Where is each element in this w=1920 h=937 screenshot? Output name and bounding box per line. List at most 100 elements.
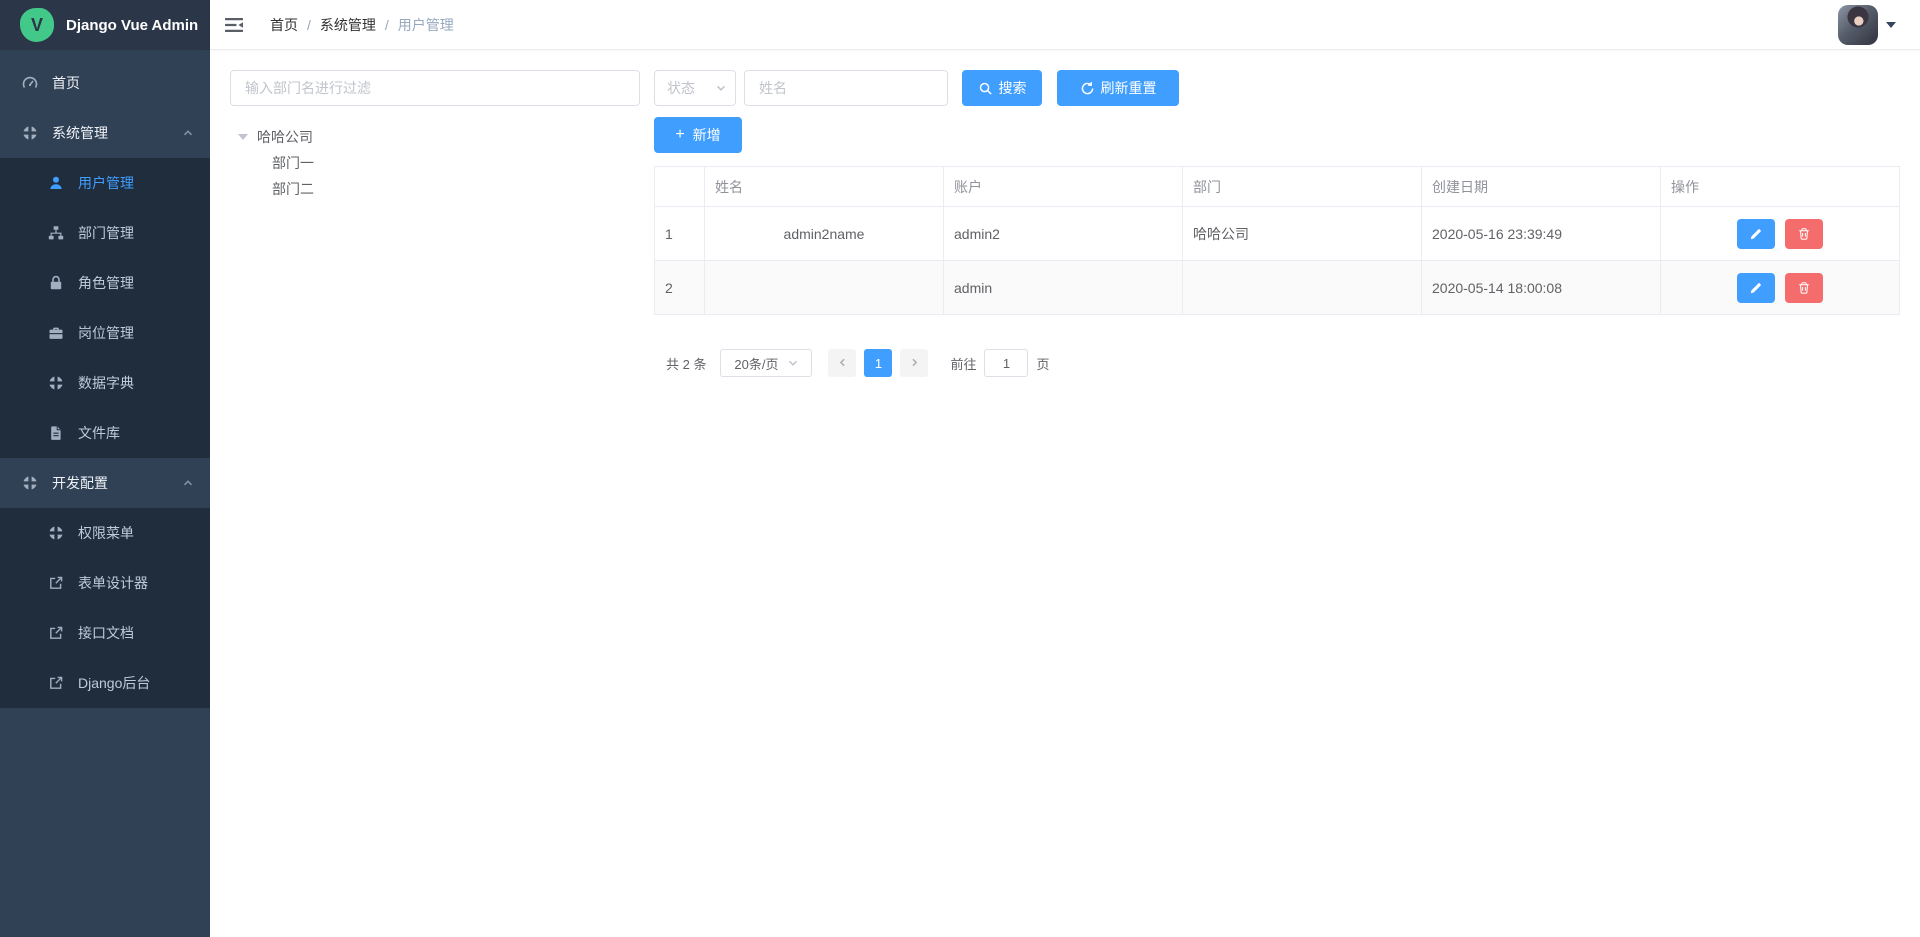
sidebar-item-label: 角色管理 (78, 273, 134, 293)
sidebar-collapse-icon[interactable] (224, 15, 244, 35)
refresh-reset-button[interactable]: 刷新重置 (1057, 70, 1179, 106)
user-menu (1838, 5, 1896, 45)
column-index (655, 167, 705, 207)
dept-filter-input[interactable] (230, 70, 640, 106)
sidebar-item-home[interactable]: 首页 (0, 58, 210, 108)
sidebar-submenu-system: 用户管理 部门管理 角色管理 岗位管理 数据字典 (0, 158, 210, 458)
caret-down-icon[interactable] (238, 134, 248, 140)
sidebar-menu: 首页 系统管理 用户管理 部门管理 角色管理 (0, 50, 210, 937)
sidebar-item-django-admin[interactable]: Django后台 (0, 658, 210, 708)
page-unit-label: 页 (1036, 354, 1049, 373)
component-icon (48, 525, 64, 541)
dept-tree: 哈哈公司 部门一 部门二 (230, 124, 640, 202)
sidebar-item-dictionary[interactable]: 数据字典 (0, 358, 210, 408)
component-icon (22, 125, 38, 141)
cell-index: 2 (655, 261, 705, 315)
users-table: 姓名 账户 部门 创建日期 操作 1 admin2name admin2 哈哈公 (654, 166, 1900, 315)
dept-tree-panel: 哈哈公司 部门一 部门二 (230, 70, 640, 937)
sidebar-item-label: 文件库 (78, 423, 120, 443)
name-input[interactable] (744, 70, 948, 106)
logo-letter: V (31, 15, 43, 36)
sidebar-group-label: 系统管理 (52, 123, 168, 143)
table-header-row: 姓名 账户 部门 创建日期 操作 (655, 167, 1900, 207)
tree-node-root[interactable]: 哈哈公司 (230, 124, 640, 150)
goto-label: 前往 (950, 354, 976, 373)
app-logo[interactable]: V Django Vue Admin (0, 0, 210, 50)
refresh-icon (1080, 81, 1095, 96)
column-actions: 操作 (1661, 167, 1900, 207)
next-page-button[interactable] (900, 349, 928, 377)
user-list-panel: 状态 搜索 刷新重置 + 新增 (654, 70, 1900, 937)
cell-name: admin2name (705, 207, 944, 261)
cell-index: 1 (655, 207, 705, 261)
sidebar-item-api-docs[interactable]: 接口文档 (0, 608, 210, 658)
sidebar-item-label: 数据字典 (78, 373, 134, 393)
page-content: 哈哈公司 部门一 部门二 状态 (210, 50, 1920, 937)
page-size-value: 20条/页 (734, 354, 778, 373)
cell-account: admin2 (944, 207, 1183, 261)
sidebar-item-positions[interactable]: 岗位管理 (0, 308, 210, 358)
tree-node-child[interactable]: 部门一 (230, 150, 640, 176)
cell-account: admin (944, 261, 1183, 315)
sidebar: V Django Vue Admin 首页 系统管理 用户管理 部门管 (0, 0, 210, 937)
briefcase-icon (48, 325, 64, 341)
delete-button[interactable] (1785, 219, 1823, 249)
breadcrumb-system[interactable]: 系统管理 (320, 15, 376, 35)
document-icon (48, 425, 64, 441)
sidebar-item-users[interactable]: 用户管理 (0, 158, 210, 208)
add-button[interactable]: + 新增 (654, 117, 742, 153)
component-icon (48, 375, 64, 391)
edit-button[interactable] (1737, 219, 1775, 249)
breadcrumb-separator: / (385, 17, 389, 33)
current-page-button[interactable]: 1 (864, 349, 892, 377)
cell-dept: 哈哈公司 (1183, 207, 1422, 261)
cell-created: 2020-05-14 18:00:08 (1422, 261, 1661, 315)
tree-node-label: 部门一 (272, 153, 314, 173)
prev-page-button[interactable] (828, 349, 856, 377)
sidebar-item-label: 首页 (52, 73, 80, 93)
user-avatar[interactable] (1838, 5, 1878, 45)
pagination: 共 2 条 20条/页 1 前往 页 (654, 349, 1900, 377)
sidebar-item-label: 表单设计器 (78, 573, 148, 593)
external-link-icon (48, 575, 64, 591)
sidebar-item-permission-menu[interactable]: 权限菜单 (0, 508, 210, 558)
breadcrumb-current: 用户管理 (398, 15, 454, 35)
edit-button[interactable] (1737, 273, 1775, 303)
sidebar-item-label: 用户管理 (78, 173, 134, 193)
sidebar-group-dev[interactable]: 开发配置 (0, 458, 210, 508)
tree-node-label: 哈哈公司 (257, 127, 313, 147)
sidebar-item-files[interactable]: 文件库 (0, 408, 210, 458)
sidebar-item-departments[interactable]: 部门管理 (0, 208, 210, 258)
sitemap-icon (48, 225, 64, 241)
delete-button[interactable] (1785, 273, 1823, 303)
chevron-up-icon (182, 127, 194, 139)
add-button-label: 新增 (693, 125, 721, 145)
app-root: V Django Vue Admin 首页 系统管理 用户管理 部门管 (0, 0, 1920, 937)
breadcrumb-separator: / (307, 17, 311, 33)
goto-page-input[interactable] (984, 349, 1028, 377)
chevron-up-icon (182, 477, 194, 489)
dashboard-icon (22, 75, 38, 91)
sidebar-item-label: 接口文档 (78, 623, 134, 643)
main-area: 首页 / 系统管理 / 用户管理 哈哈公司 (210, 0, 1920, 937)
tree-node-child[interactable]: 部门二 (230, 176, 640, 202)
page-size-select[interactable]: 20条/页 (720, 349, 812, 377)
caret-down-icon[interactable] (1886, 22, 1896, 28)
pagination-total: 共 2 条 (666, 354, 706, 373)
plus-icon: + (675, 127, 684, 143)
vue-logo-icon: V (20, 8, 54, 42)
sidebar-item-roles[interactable]: 角色管理 (0, 258, 210, 308)
table-row: 1 admin2name admin2 哈哈公司 2020-05-16 23:3… (655, 207, 1900, 261)
sidebar-item-form-designer[interactable]: 表单设计器 (0, 558, 210, 608)
sidebar-group-system[interactable]: 系统管理 (0, 108, 210, 158)
column-dept: 部门 (1183, 167, 1422, 207)
breadcrumb-home[interactable]: 首页 (270, 15, 298, 35)
column-name: 姓名 (705, 167, 944, 207)
status-select[interactable]: 状态 (654, 70, 736, 106)
cell-dept (1183, 261, 1422, 315)
sidebar-item-label: 部门管理 (78, 223, 134, 243)
column-created: 创建日期 (1422, 167, 1661, 207)
app-title: Django Vue Admin (66, 17, 198, 34)
search-button[interactable]: 搜索 (962, 70, 1042, 106)
status-select-placeholder: 状态 (667, 78, 715, 98)
